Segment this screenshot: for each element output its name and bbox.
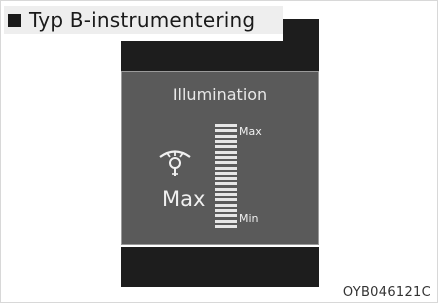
illumination-level-label: Max [162, 187, 206, 211]
scale-segment [215, 224, 237, 228]
figure-header: Typ B-instrumentering [4, 6, 283, 34]
cluster-tab [283, 19, 319, 41]
scale-segment [215, 187, 237, 191]
scale-segment [215, 193, 237, 197]
cluster-top-panel [121, 41, 319, 71]
scale-segment [215, 166, 237, 170]
display-title: Illumination [172, 85, 268, 104]
scale-segment [215, 177, 237, 181]
scale-segment [215, 129, 237, 133]
scale-segment [215, 150, 237, 154]
scale-segment [215, 219, 237, 223]
scale-segment [215, 171, 237, 175]
figure-code: OYB046121C [342, 285, 431, 300]
scale-segment [215, 140, 237, 144]
scale-segment [215, 203, 237, 207]
illumination-scale [215, 123, 237, 229]
header-bullet [8, 13, 21, 27]
cluster-display: Illumination Max Max Min [121, 71, 319, 245]
scale-segment [215, 214, 237, 218]
scale-segment [215, 182, 237, 186]
scale-segment [215, 155, 237, 159]
illumination-icon [159, 150, 191, 176]
scale-segment [215, 208, 237, 212]
scale-segment [215, 198, 237, 202]
scale-segment [215, 161, 237, 165]
scale-segment [215, 145, 237, 149]
scale-segment [215, 134, 237, 138]
figure-title: Typ B-instrumentering [29, 8, 256, 32]
figure-frame: Typ B-instrumentering Illumination Max M… [0, 0, 438, 303]
scale-min-label: Min [239, 212, 259, 225]
scale-max-label: Max [239, 125, 262, 138]
scale-segment [215, 124, 237, 128]
cluster-bottom-panel [121, 247, 319, 287]
